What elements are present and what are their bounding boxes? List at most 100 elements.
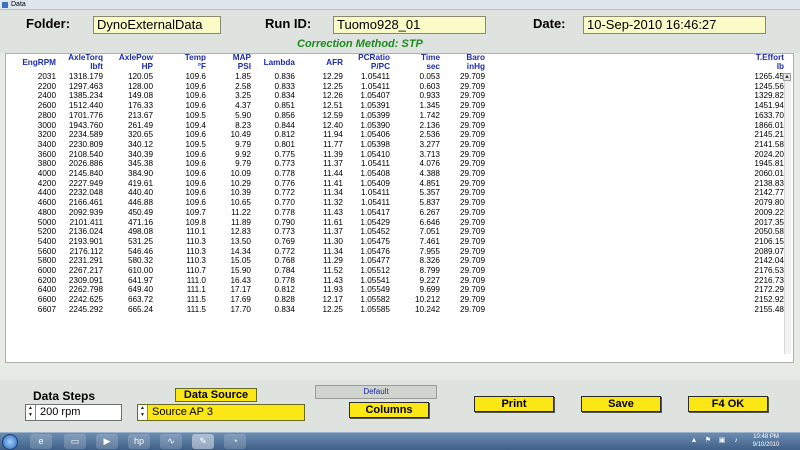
column-header[interactable]: Time sec [392,54,442,72]
column-header[interactable]: EngRPM [6,54,58,72]
table-cell: 29.709 [459,207,485,217]
table-cell: 4200 [37,178,56,188]
table-cell: 11.94 [323,130,343,140]
table-row[interactable]: 5800 2231.291 580.32 110.3 15.05 0.768 11.29 1.… [6,256,786,266]
table-cell: 111.0 [186,275,206,285]
table-cell: 16.43 [230,275,252,285]
column-name: Lambda [263,57,295,67]
table-cell: 11.37 [323,227,343,237]
save-button[interactable]: Save [581,396,661,412]
table-cell: 0.851 [274,101,296,111]
data-source-select[interactable]: ▲ ▼ Source AP 3 [137,404,305,421]
table-row[interactable]: 5200 2136.024 498.08 110.1 12.83 0.773 11.37 1.… [6,227,786,237]
table-cell: 29.709 [459,236,485,246]
volume-icon[interactable]: ♪ [732,437,740,445]
ok-button[interactable]: F4 OK [688,396,768,412]
clock-time: 10:48 PM [753,434,779,440]
table-row[interactable]: 3800 2026.886 345.38 109.6 9.79 0.773 11.37 1.0… [6,159,786,169]
column-header[interactable]: AxleTorq lbft [58,54,105,72]
table-cell: 641.97 [127,275,153,285]
table-row[interactable]: 6600 2242.625 663.72 111.5 17.69 0.828 12.17 1.… [6,295,786,305]
table-row[interactable]: 6400 2262.798 649.40 111.1 17.17 0.812 11.93 1.… [6,285,786,295]
column-header[interactable]: Baro inHg [442,54,487,72]
table-cell: 11.22 [231,207,251,217]
folder-field[interactable]: DynoExternalData [93,16,221,34]
spin-icon[interactable]: ▲ ▼ [138,405,148,420]
start-button[interactable] [2,434,18,450]
column-header[interactable]: Lambda [253,54,297,72]
notepad-icon[interactable]: ✎ [192,434,214,449]
table-cell: 2108.540 [68,149,103,159]
column-header[interactable]: AFR [297,54,345,72]
table-row[interactable]: 2200 1297.463 128.00 109.6 2.58 0.833 12.25 1.0… [6,82,786,92]
table-cell: 109.6 [185,91,207,101]
picture-icon[interactable]: ◔ [224,434,246,449]
table-row[interactable]: 3600 2108.540 340.39 109.6 9.92 0.775 11.39 1.0… [6,150,786,160]
print-button[interactable]: Print [474,396,554,412]
table-cell: 0.053 [419,72,441,81]
table-row[interactable]: 2800 1701.776 213.67 109.5 5.90 0.856 12.59 1.0… [6,111,786,121]
data-steps-field[interactable]: ▲ ▼ 200 rpm [25,404,122,421]
table-cell: 5800 [37,256,56,266]
table-row[interactable]: 2031 1318.179 120.05 109.6 1.85 0.836 12.29 1.0… [6,72,786,82]
table-cell: 11.89 [231,217,251,227]
media-icon[interactable]: ▶ [96,434,118,449]
taskbar-clock[interactable]: 10:48 PM 9/10/2010 [746,433,786,449]
column-unit: P/PC [370,62,390,71]
table-row[interactable]: 5000 2101.411 471.16 109.8 11.89 0.790 11.61 1.… [6,218,786,228]
table-cell: 109.6 [185,188,207,198]
columns-button[interactable]: Columns [349,402,429,418]
table-row[interactable]: 6200 2309.091 641.97 111.0 16.43 0.778 11.43 1.… [6,276,786,286]
column-header[interactable]: T.Effort lb [487,54,786,72]
table-cell: 2193.901 [68,236,103,246]
table-cell: 1.05399 [360,110,390,120]
table-cell: 10.212 [414,295,440,305]
table-row[interactable]: 6000 2267.217 610.00 110.7 15.90 0.784 11.52 1.… [6,266,786,276]
runid-field[interactable]: Tuomo928_01 [333,16,486,34]
ie-icon[interactable]: e [30,434,52,449]
table-cell: 12.25 [322,81,344,91]
table-scrollbar[interactable] [784,74,791,354]
flag-icon[interactable]: ⚑ [704,437,712,445]
table-cell: 0.603 [419,81,441,91]
column-header[interactable]: PCRatio P/PC [345,54,392,72]
table-cell: 2155.48 [754,304,784,314]
table-row[interactable]: 2400 1385.234 149.08 109.6 3.25 0.834 12.26 1.0… [6,91,786,101]
table-cell: 29.709 [459,227,485,237]
table-cell: 11.43 [323,207,343,217]
table-row[interactable]: 6607 2245.292 665.24 111.5 17.70 0.834 12.25 1.… [6,305,786,315]
table-row[interactable]: 2600 1512.440 176.33 109.6 4.37 0.851 12.51 1.0… [6,101,786,111]
table-cell: 128.00 [127,81,153,91]
table-row[interactable]: 5600 2176.112 546.46 110.3 14.34 0.772 11.34 1.… [6,247,786,257]
table-cell: 11.39 [323,149,343,159]
folder-icon[interactable]: ▭ [64,434,86,449]
table-row[interactable]: 4600 2166.461 446.88 109.6 10.65 0.770 11.32 1.… [6,198,786,208]
table-row[interactable]: 4000 2145.840 384.90 109.6 10.09 0.778 11.44 1.… [6,169,786,179]
table-cell: 4400 [37,188,56,198]
table-row[interactable]: 3400 2230.809 340.12 109.5 9.79 0.801 11.77 1.0… [6,140,786,150]
spin-icon[interactable]: ▲ ▼ [26,405,36,420]
table-row[interactable]: 5400 2193.901 531.25 110.3 13.50 0.769 11.30 1.… [6,237,786,247]
date-field[interactable]: 10-Sep-2010 16:46:27 [583,16,766,34]
table-row[interactable]: 4200 2227.949 419.61 109.6 10.29 0.776 11.41 1.… [6,179,786,189]
tray-arrow-icon[interactable]: ▲ [690,437,698,445]
table-row[interactable]: 4400 2232.048 440.40 109.6 10.39 0.772 11.34 1.… [6,188,786,198]
table-cell: 15.90 [230,266,252,276]
table-row[interactable]: 3200 2234.589 320.65 109.6 10.49 0.812 11.94 1.… [6,130,786,140]
table-row[interactable]: 3000 1943.760 261.49 109.4 8.23 0.844 12.40 1.0… [6,121,786,131]
column-header[interactable]: Temp °F [155,54,208,72]
table-cell: 1.05417 [360,207,390,217]
table-cell: 0.769 [274,236,296,246]
column-header[interactable]: MAP PSI [208,54,253,72]
table-cell: 2.136 [419,120,441,130]
table-cell: 120.05 [127,72,153,81]
table-cell: 6400 [37,285,56,295]
table-cell: 110.7 [186,266,206,276]
table-cell: 2216.73 [754,275,784,285]
column-header[interactable]: AxlePow HP [105,54,155,72]
network-icon[interactable]: ▣ [718,437,726,445]
chart-icon[interactable]: ∿ [160,434,182,449]
hp-icon[interactable]: hp [128,434,150,449]
scroll-up-icon[interactable]: ▲ [783,73,791,81]
table-row[interactable]: 4800 2092.939 450.49 109.7 11.22 0.778 11.43 1.… [6,208,786,218]
